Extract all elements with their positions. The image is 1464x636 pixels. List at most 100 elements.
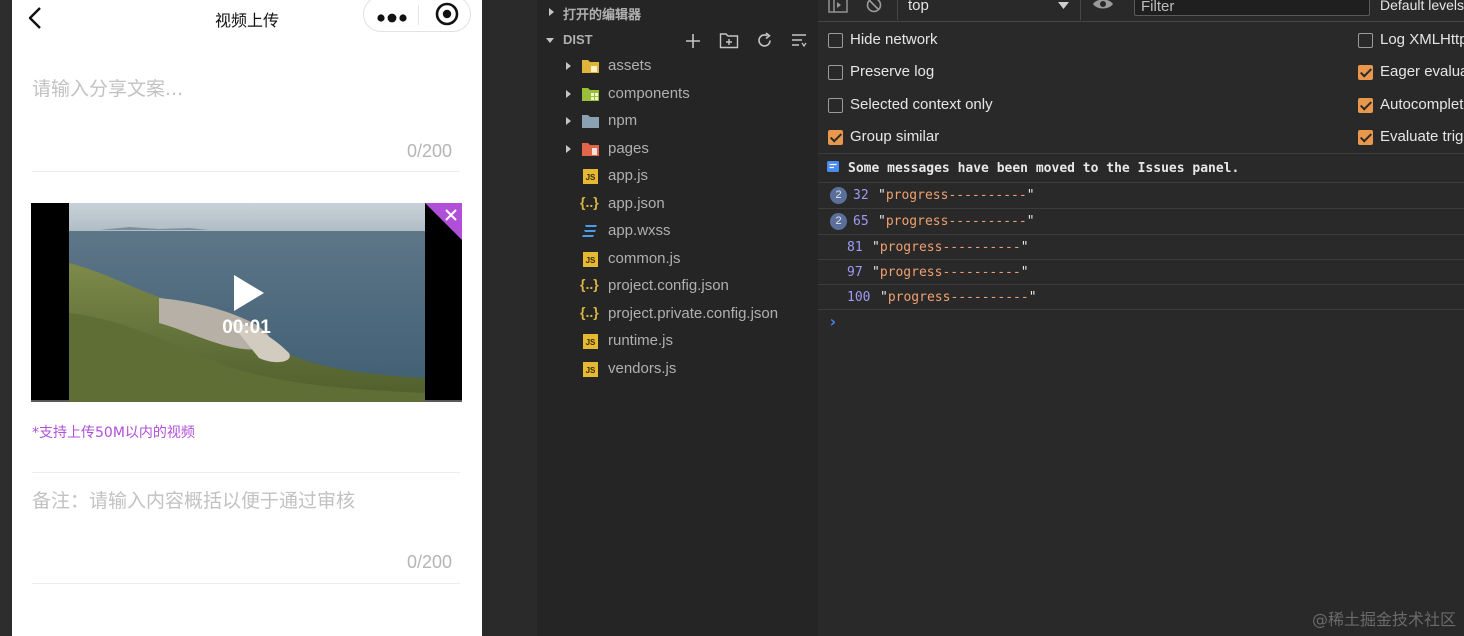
json-file-icon: {..} <box>580 194 599 210</box>
context-selector[interactable]: top <box>908 0 929 14</box>
tree-item-pages[interactable]: pages <box>537 136 818 162</box>
chevron-right-icon <box>549 8 554 16</box>
evaluate-triggers-checkbox[interactable] <box>1358 130 1373 145</box>
more-dots-icon[interactable] <box>376 6 408 26</box>
tree-item-label: vendors.js <box>608 360 677 377</box>
log-string: progress---------- <box>885 214 1027 229</box>
tree-item-app-js[interactable]: JS app.js <box>537 163 818 189</box>
folder-pages-icon <box>582 143 599 156</box>
option-label: Log XMLHttp <box>1380 31 1464 48</box>
log-string: progress---------- <box>879 240 1021 255</box>
log-row[interactable]: 2 65 "progress----------" <box>818 208 1464 234</box>
watermark: @稀土掘金技术社区 <box>1311 610 1456 629</box>
json-file-icon: {..} <box>580 304 599 320</box>
chevron-right-icon <box>566 145 571 153</box>
log-string: progress---------- <box>887 290 1029 305</box>
js-file-icon: JS <box>583 169 598 184</box>
chevron-down-icon <box>546 38 554 43</box>
collapse-all-icon[interactable] <box>790 32 808 50</box>
chevron-right-icon <box>566 117 571 125</box>
option-label: Preserve log <box>850 63 935 80</box>
new-file-icon[interactable] <box>684 32 702 50</box>
open-editors-section[interactable]: 打开的编辑器 <box>537 0 818 26</box>
divider <box>32 583 460 584</box>
css-file-icon <box>582 225 597 237</box>
log-row[interactable]: 100 "progress----------" <box>818 284 1464 309</box>
log-number: 97 <box>847 265 863 280</box>
tree-item-app-json[interactable]: {..} app.json <box>537 191 818 217</box>
refresh-icon[interactable] <box>755 31 774 50</box>
console-prompt[interactable]: › <box>818 309 1464 333</box>
open-editors-label: 打开的编辑器 <box>563 7 642 22</box>
log-row[interactable]: 81 "progress----------" <box>818 234 1464 259</box>
log-number: 32 <box>853 188 869 203</box>
js-file-icon: JS <box>583 252 598 267</box>
repeat-count-badge: 2 <box>830 213 847 230</box>
log-xmlhttp-checkbox[interactable] <box>1358 33 1373 48</box>
tree-item-label: common.js <box>608 250 681 267</box>
log-levels-dropdown[interactable]: Default levels <box>1380 0 1464 13</box>
prompt-chevron-icon: › <box>828 312 838 331</box>
info-message-icon <box>827 161 839 172</box>
js-file-icon: JS <box>583 362 598 377</box>
tree-item-runtime-js[interactable]: JS runtime.js <box>537 328 818 354</box>
tree-item-label: pages <box>608 140 649 157</box>
tree-item-app-wxss[interactable]: app.wxss <box>537 218 818 244</box>
chevron-right-icon <box>566 90 571 98</box>
json-file-icon: {..} <box>580 276 599 292</box>
tree-item-assets[interactable]: assets <box>537 53 818 79</box>
remark-char-count: 0/200 <box>406 552 452 572</box>
log-number: 81 <box>847 240 863 255</box>
file-explorer: 打开的编辑器 DIST assets components npm pages … <box>537 0 818 636</box>
console-toolbar: top Filter Default levels <box>818 0 1464 22</box>
tree-item-components[interactable]: components <box>537 81 818 107</box>
tree-item-label: app.wxss <box>608 222 671 239</box>
dropdown-arrow-icon[interactable] <box>1058 2 1069 10</box>
tree-item-label: app.js <box>608 167 649 184</box>
tree-item-project-private-config[interactable]: {..} project.private.config.json <box>537 301 818 327</box>
eager-evaluation-checkbox[interactable] <box>1358 65 1373 80</box>
chevron-right-icon <box>566 62 571 70</box>
preserve-log-checkbox[interactable] <box>828 65 843 80</box>
tree-item-label: project.config.json <box>608 277 729 294</box>
sidebar-toggle-icon[interactable] <box>828 0 848 15</box>
divider <box>32 171 460 172</box>
new-folder-icon[interactable] <box>719 31 739 49</box>
remove-video-icon[interactable] <box>425 203 462 240</box>
group-similar-checkbox[interactable] <box>828 130 843 145</box>
divider <box>32 472 460 473</box>
autocomplete-checkbox[interactable] <box>1358 98 1373 113</box>
issues-notice[interactable]: Some messages have been moved to the Iss… <box>818 153 1464 182</box>
tree-item-npm[interactable]: npm <box>537 108 818 134</box>
tree-item-label: runtime.js <box>608 332 674 349</box>
toolbar-divider <box>897 0 898 20</box>
log-string: progress---------- <box>885 188 1027 203</box>
tree-item-common-js[interactable]: JS common.js <box>537 246 818 272</box>
share-char-count: 0/200 <box>406 141 452 161</box>
clear-console-icon[interactable] <box>865 0 883 15</box>
selected-context-checkbox[interactable] <box>828 98 843 113</box>
folder-components-icon <box>582 88 599 101</box>
dist-section[interactable]: DIST <box>537 26 818 52</box>
option-label: Autocomplet <box>1380 96 1464 113</box>
share-text-input[interactable]: 请输入分享文案... <box>32 74 183 101</box>
option-label: Group similar <box>850 128 940 145</box>
capsule-divider <box>418 5 419 25</box>
mini-program-capsule <box>363 0 471 32</box>
folder-icon <box>582 115 599 128</box>
remark-input[interactable]: 备注：请输入内容概括以便于通过审核 <box>32 486 355 513</box>
log-row[interactable]: 97 "progress----------" <box>818 259 1464 284</box>
eye-icon[interactable] <box>1092 0 1114 12</box>
hide-network-checkbox[interactable] <box>828 33 843 48</box>
tree-item-project-config[interactable]: {..} project.config.json <box>537 273 818 299</box>
tree-item-vendors-js[interactable]: JS vendors.js <box>537 356 818 382</box>
video-preview[interactable]: 00:01 <box>31 203 462 402</box>
js-file-icon: JS <box>583 334 598 349</box>
log-row[interactable]: 2 32 "progress----------" <box>818 182 1464 208</box>
tree-item-label: components <box>608 85 690 102</box>
play-icon[interactable] <box>230 273 266 313</box>
filter-input[interactable]: Filter <box>1134 0 1370 16</box>
dist-label: DIST <box>563 32 593 47</box>
tree-item-label: project.private.config.json <box>608 305 779 322</box>
close-target-icon[interactable] <box>434 1 460 27</box>
